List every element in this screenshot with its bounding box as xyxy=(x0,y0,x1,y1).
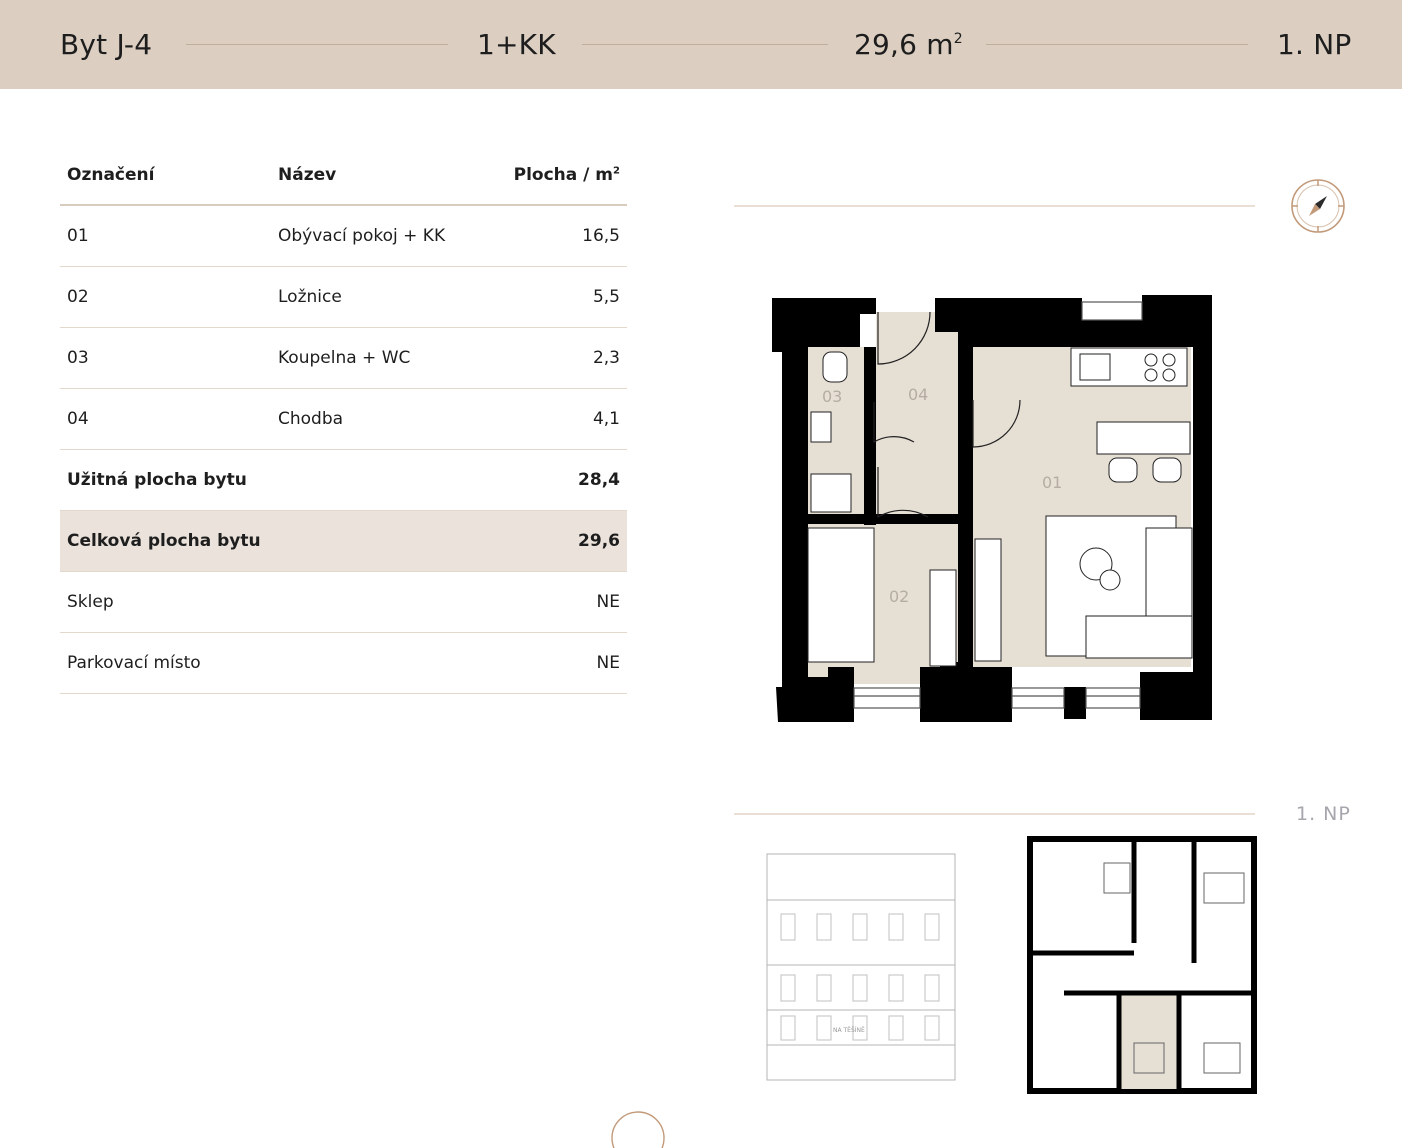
cellar-label: Sklep xyxy=(60,571,505,633)
table-header: Označení Název Plocha / m2 xyxy=(60,146,627,206)
total-area-label: Celková plocha bytu xyxy=(60,510,505,572)
room-area: 2,3 xyxy=(505,327,627,389)
col-area: Plocha / m2 xyxy=(505,146,627,206)
room-area: 16,5 xyxy=(505,205,627,267)
col-name: Název xyxy=(271,146,505,206)
room-label-04: 04 xyxy=(908,385,928,404)
parking-row: Parkovací místo NE xyxy=(60,632,627,694)
overview-divider xyxy=(734,813,1255,815)
unit-name: Byt J-4 xyxy=(60,28,153,61)
compass-icon xyxy=(1291,179,1345,233)
room-name: Koupelna + WC xyxy=(271,327,505,389)
table-row: 04 Chodba 4,1 xyxy=(60,388,627,450)
room-code: 02 xyxy=(60,266,271,328)
room-area: 5,5 xyxy=(505,266,627,328)
facade-windows xyxy=(780,913,940,1041)
usable-area-label: Užitná plocha bytu xyxy=(60,449,505,511)
cellar-row: Sklep NE xyxy=(60,571,627,633)
room-code: 04 xyxy=(60,388,271,450)
room-code: 03 xyxy=(60,327,271,389)
col-code: Označení xyxy=(60,146,271,206)
total-area-value: 29,6 xyxy=(505,510,627,572)
parking-label: Parkovací místo xyxy=(60,632,505,694)
table-row: 01 Obývací pokoj + KK 16,5 xyxy=(60,205,627,267)
building-floor-plan xyxy=(1027,836,1257,1094)
unit-area: 29,6 m2 xyxy=(854,28,963,61)
cellar-value: NE xyxy=(505,571,627,633)
header-divider xyxy=(582,44,828,45)
unit-floor: 1. NP xyxy=(1277,28,1352,61)
header-bar: Byt J-4 1+KK 29,6 m2 1. NP xyxy=(0,0,1402,89)
apartment-floor-plan: 03 04 01 02 xyxy=(772,295,1212,722)
room-04-floor xyxy=(876,312,958,520)
usable-area-value: 28,4 xyxy=(505,449,627,511)
room-name: Chodba xyxy=(271,388,505,450)
total-area-row: Celková plocha bytu 29,6 xyxy=(60,510,627,572)
unit-layout: 1+KK xyxy=(477,28,556,61)
room-area: 4,1 xyxy=(505,388,627,450)
bottom-compass-icon xyxy=(611,1111,665,1148)
building-facade-drawing: NA TĚŠÍNĚ xyxy=(766,853,956,1081)
header-divider xyxy=(986,44,1248,45)
room-name: Ložnice xyxy=(271,266,505,328)
floor-label: 1. NP xyxy=(1296,803,1351,825)
room-name: Obývací pokoj + KK xyxy=(271,205,505,267)
table-row: 03 Koupelna + WC 2,3 xyxy=(60,327,627,389)
room-label-03: 03 xyxy=(822,387,842,406)
usable-area-row: Užitná plocha bytu 28,4 xyxy=(60,449,627,511)
facade-sign: NA TĚŠÍNĚ xyxy=(833,1026,865,1034)
room-code: 01 xyxy=(60,205,271,267)
plan-divider xyxy=(734,205,1255,207)
parking-value: NE xyxy=(505,632,627,694)
room-label-02: 02 xyxy=(889,587,909,606)
room-label-01: 01 xyxy=(1042,473,1062,492)
table-row: 02 Ložnice 5,5 xyxy=(60,266,627,328)
room-table: Označení Název Plocha / m2 01 Obývací po… xyxy=(60,146,627,694)
header-divider xyxy=(186,44,448,45)
